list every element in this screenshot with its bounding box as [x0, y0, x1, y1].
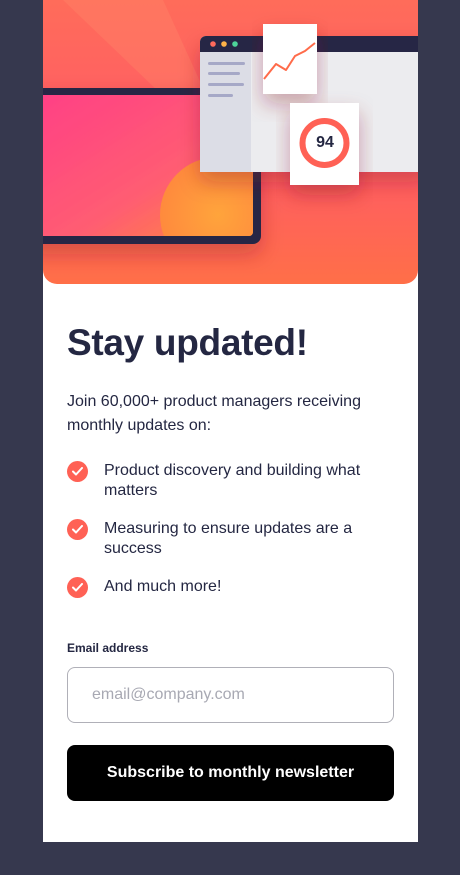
feature-text: And much more!: [104, 578, 222, 595]
list-item: And much more!: [67, 577, 394, 598]
email-field[interactable]: [67, 667, 394, 723]
feature-text: Product discovery and building what matt…: [104, 462, 361, 499]
list-item: Measuring to ensure updates are a succes…: [67, 519, 394, 559]
intro-text: Join 60,000+ product managers receiving …: [67, 393, 361, 434]
score-label: 94: [316, 134, 334, 151]
check-icon: [67, 461, 88, 482]
hero-illustration: 94: [43, 0, 418, 284]
email-label: Email address: [67, 641, 149, 655]
subscribe-button[interactable]: Subscribe to monthly newsletter: [67, 745, 394, 801]
newsletter-card: 94 Stay updated! Join 60,000+ product ma…: [43, 0, 418, 842]
check-icon: [67, 519, 88, 540]
check-icon: [67, 577, 88, 598]
page-title: Stay updated!: [67, 322, 308, 363]
dashboard-illustration: [43, 0, 418, 244]
feature-text: Measuring to ensure updates are a succes…: [104, 520, 353, 557]
list-item: Product discovery and building what matt…: [67, 461, 394, 501]
